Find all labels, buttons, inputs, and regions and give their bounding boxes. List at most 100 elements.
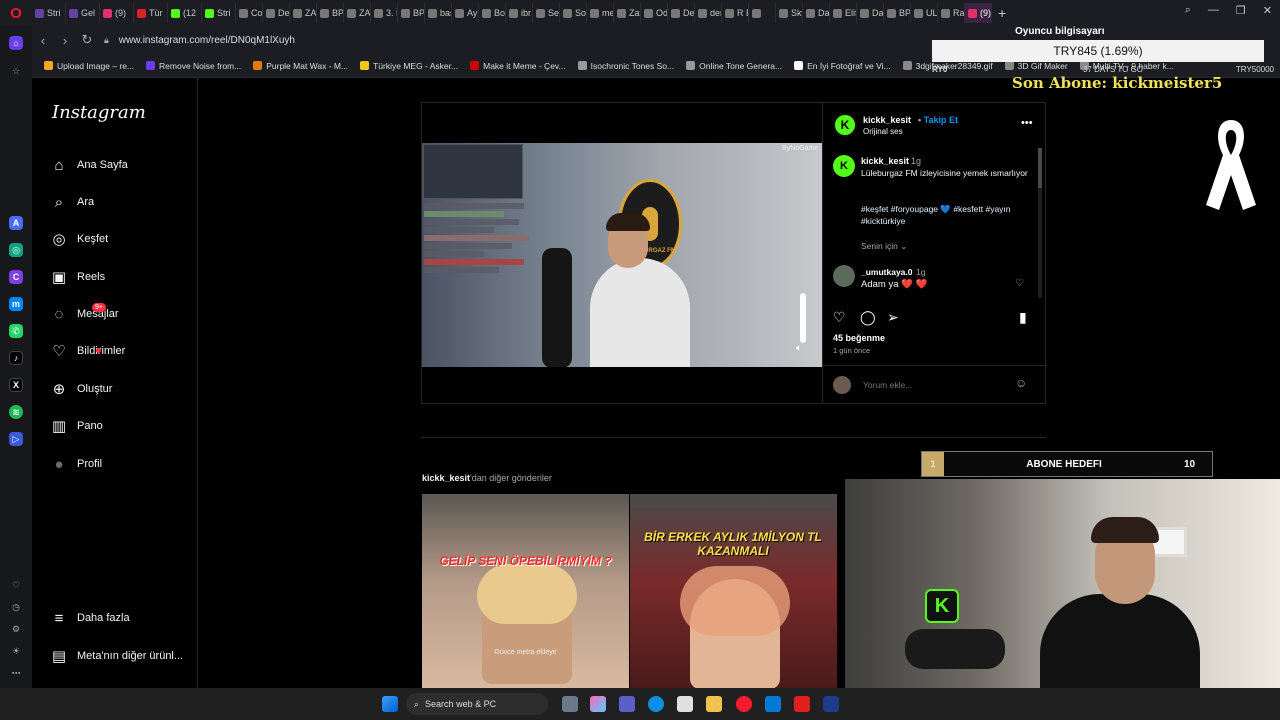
likes-count[interactable]: 45 beğenme (833, 333, 885, 343)
bookmark-item[interactable]: Online Tone Genera... (686, 61, 782, 71)
home-icon[interactable]: ⌂ (9, 36, 23, 50)
bulb-icon[interactable]: ☀ (9, 644, 23, 658)
whatsapp-icon[interactable]: ✆ (9, 324, 23, 338)
lock-icon[interactable]: 🔒︎ (104, 35, 109, 46)
start-icon[interactable] (382, 696, 398, 712)
url-field[interactable]: www.instagram.com/reel/DN0qM1lXuyh (119, 35, 295, 46)
browser-tab[interactable]: (9) (100, 3, 134, 23)
comment-icon[interactable]: ◯ (860, 309, 876, 326)
browser-tab[interactable]: Det (263, 3, 290, 23)
author-username[interactable]: kickk_kesit (863, 115, 911, 125)
browser-tab[interactable]: der (695, 3, 722, 23)
bookmark-item[interactable]: Remove Noise from... (146, 61, 241, 71)
task-view-icon[interactable] (562, 696, 578, 712)
browser-tab[interactable]: ZAF (290, 3, 317, 23)
browser-tab[interactable]: Tür (134, 3, 168, 23)
author-avatar[interactable]: K (833, 113, 857, 137)
app-l-icon[interactable] (823, 696, 839, 712)
post-thumbnail-2[interactable]: BİR ERKEK AYLIK 1MİLYON TL KAZANMALI (630, 494, 837, 688)
nav-item-compass[interactable]: ◎ Keşfet (50, 230, 108, 248)
teams-icon[interactable] (619, 696, 635, 712)
player-icon[interactable]: ▷ (9, 432, 23, 446)
bookmark-item[interactable]: Isochronic Tones So... (577, 61, 674, 71)
nav-item-dashboard[interactable]: ▥ Pano (50, 417, 103, 435)
bookmark-item[interactable]: Make it Meme - Çev... (470, 61, 566, 71)
opera-taskbar-icon[interactable] (736, 696, 752, 712)
nav-item-meta[interactable]: ▤ Meta'nın diğer ürünl... (50, 647, 183, 665)
for-you-dropdown[interactable]: Senin için ⌄ (861, 241, 907, 252)
caption-avatar[interactable]: K (833, 155, 855, 177)
browser-tab[interactable]: (9) (965, 3, 992, 23)
browser-tab[interactable]: Rac (938, 3, 965, 23)
edge-icon[interactable] (648, 696, 664, 712)
browser-tab[interactable]: R E (722, 3, 749, 23)
search-tabs-icon[interactable]: ⌕ (1185, 4, 1191, 17)
settings-icon[interactable]: ⚙ (9, 622, 23, 636)
maximize-icon[interactable]: ❐ (1236, 4, 1246, 17)
caption-hashtags[interactable]: #keşfet #foryoupage 💙 #kesfett #yayın #k… (861, 203, 1036, 227)
browser-tab[interactable]: Der (668, 3, 695, 23)
volume-icon[interactable]: 🔈︎ (796, 343, 802, 354)
bookmark-item[interactable]: Purple Mat Wax - M... (253, 61, 348, 71)
new-tab-icon[interactable]: + (998, 5, 1006, 21)
wps-icon[interactable] (794, 696, 810, 712)
x-icon[interactable]: X (9, 378, 23, 392)
browser-tab[interactable]: Elif (830, 3, 857, 23)
nav-item-reels[interactable]: ▣ Reels (50, 268, 105, 286)
instagram-logo[interactable]: Instagram (52, 102, 146, 123)
browser-tab[interactable]: ULI (911, 3, 938, 23)
browser-tab[interactable]: BP (317, 3, 344, 23)
browser-tab[interactable]: Sky (776, 3, 803, 23)
forward-icon[interactable]: › (54, 33, 76, 48)
browser-tab[interactable]: Sor (560, 3, 587, 23)
opera-logo-icon[interactable]: O (0, 0, 32, 26)
browser-tab[interactable]: Gel (66, 3, 100, 23)
outlook-icon[interactable] (765, 696, 781, 712)
comments-scroll-thumb[interactable] (1038, 148, 1042, 188)
star-icon[interactable]: ☆ (9, 64, 23, 78)
browser-tab[interactable]: Od (641, 3, 668, 23)
history-icon[interactable]: ◷ (9, 600, 23, 614)
copilot-taskbar-icon[interactable] (590, 696, 606, 712)
bookmark-item[interactable]: Türkiye MEG - Asker... (360, 61, 458, 71)
browser-tab[interactable]: Dar (803, 3, 830, 23)
more-posts-user[interactable]: kickk_kesit (422, 473, 470, 483)
nav-item-heart[interactable]: ♡ Bildirimler (50, 342, 125, 360)
bookmark-item[interactable]: Upload Image – re... (44, 61, 134, 71)
browser-tab[interactable] (749, 3, 776, 23)
bookmark-item[interactable]: En İyi Fotoğraf ve Vi... (794, 61, 891, 71)
nav-item-menu[interactable]: ≡ Daha fazla (50, 609, 130, 627)
browser-tab[interactable]: Zaf (614, 3, 641, 23)
browser-tab[interactable]: BP (398, 3, 425, 23)
browser-tab[interactable]: Cor (236, 3, 263, 23)
comment-avatar[interactable] (833, 265, 855, 287)
nav-item-avatar[interactable]: ● Profil (50, 455, 102, 473)
comment-username[interactable]: _umutkaya.0 (861, 267, 913, 277)
store-icon[interactable] (677, 696, 693, 712)
browser-tab[interactable]: Boş (479, 3, 506, 23)
browser-tab[interactable]: Stri (202, 3, 236, 23)
reload-icon[interactable]: ↻ (76, 32, 98, 48)
more-options-icon[interactable]: ••• (1021, 117, 1033, 129)
emoji-icon[interactable]: ☺ (1015, 376, 1027, 390)
heart-icon[interactable]: ♡ (9, 578, 23, 592)
bookmark-icon[interactable]: ▮ (1019, 309, 1027, 326)
tiktok-icon[interactable]: ♪ (9, 351, 23, 365)
chatgpt-icon[interactable]: ◎ (9, 243, 23, 257)
follow-button[interactable]: • Takip Et (918, 115, 958, 125)
close-icon[interactable]: ✕ (1263, 4, 1272, 17)
explorer-icon[interactable] (706, 696, 722, 712)
caption-username[interactable]: kickk_kesit (861, 156, 909, 166)
reel-video[interactable]: LÜLEBURGAZ FM ByNoGame 🔈︎ (422, 143, 822, 367)
like-icon[interactable]: ♡ (833, 309, 846, 326)
browser-tab[interactable]: ZAF (344, 3, 371, 23)
taskbar-search[interactable]: ⌕ Search web & PC (406, 693, 548, 715)
comment-like-icon[interactable]: ♡ (1015, 278, 1024, 289)
browser-tab[interactable]: BP (884, 3, 911, 23)
share-icon[interactable]: ➢ (887, 309, 899, 326)
minimize-icon[interactable]: — (1208, 4, 1219, 17)
nav-item-search[interactable]: ⌕ Ara (50, 193, 94, 211)
nav-item-plus[interactable]: ⊕ Oluştur (50, 380, 113, 398)
comment-input[interactable] (863, 380, 1003, 390)
copilot-icon[interactable]: C (9, 270, 23, 284)
